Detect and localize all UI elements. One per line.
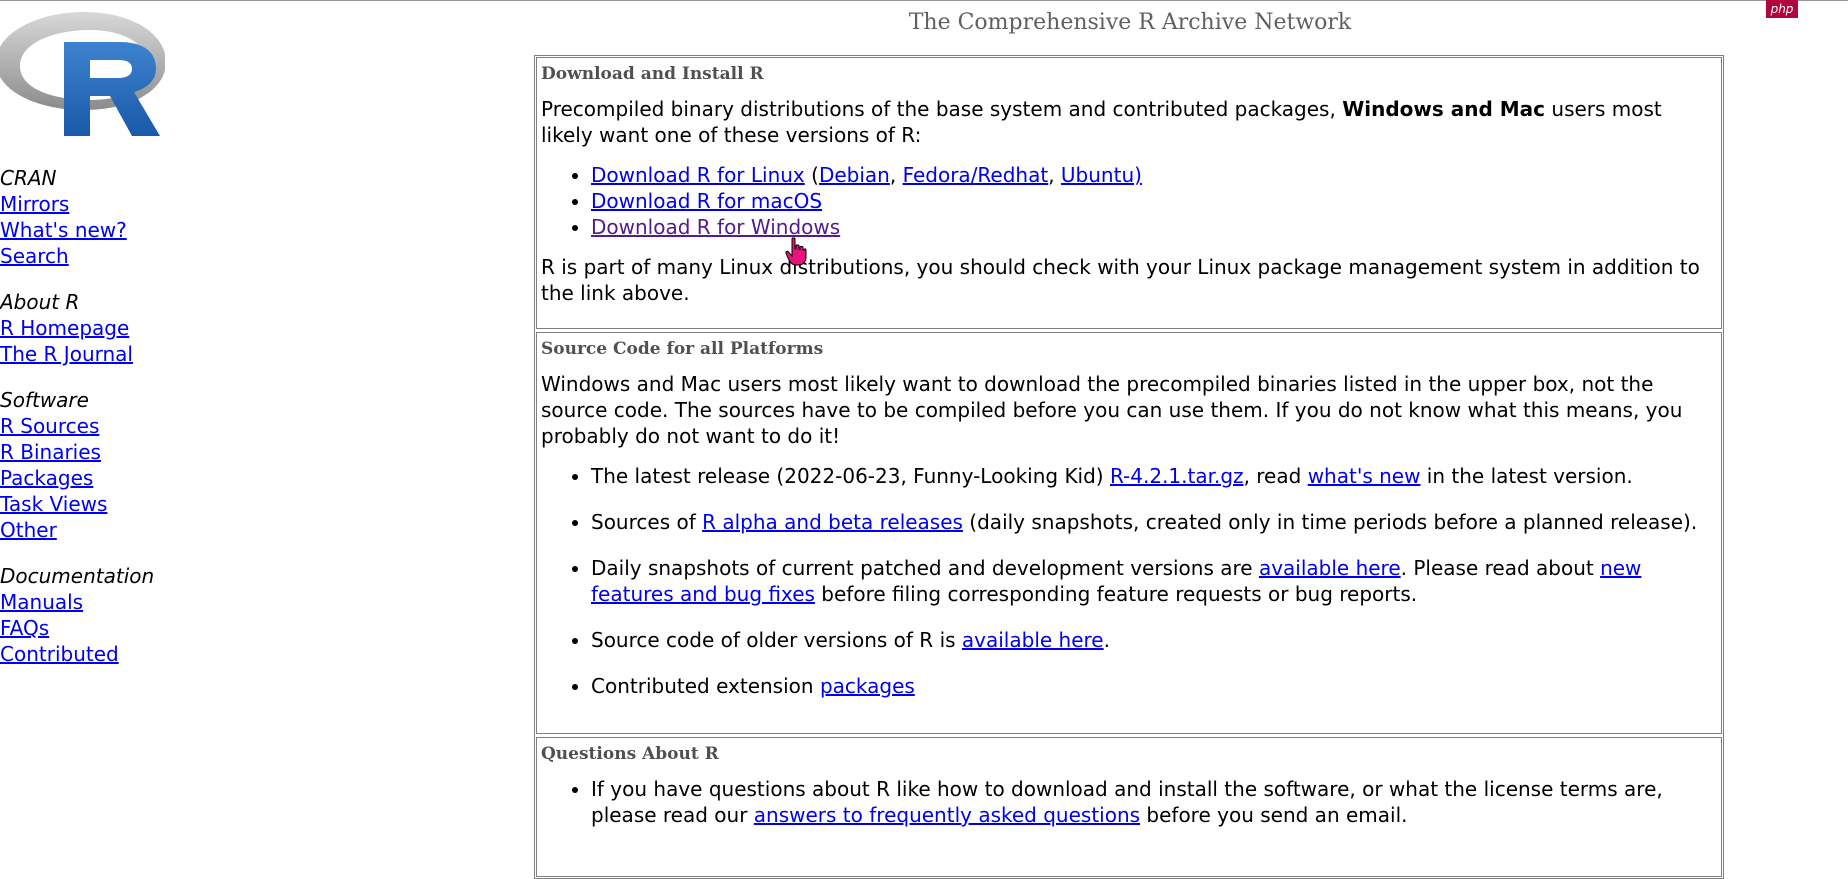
faq-link[interactable]: answers to frequently asked questions <box>754 803 1140 827</box>
whats-new-link[interactable]: what's new <box>1308 464 1421 488</box>
ubuntu-link[interactable]: Ubuntu) <box>1061 163 1142 187</box>
source-code-box: Source Code for all Platforms Windows an… <box>536 332 1722 734</box>
sidebar-heading-documentation: Documentation <box>0 564 155 588</box>
sidebar-section-software: Software R Sources R Binaries Packages T… <box>0 387 320 543</box>
daily-snapshots-end: before filing corresponding feature requ… <box>814 582 1418 606</box>
questions-list: If you have questions about R like how t… <box>541 776 1715 828</box>
older-versions-text: Source code of older versions of R is <box>591 628 962 652</box>
download-note: R is part of many Linux distributions, y… <box>541 255 1700 305</box>
download-links-list: Download R for Linux (Debian, Fedora/Red… <box>541 162 1715 240</box>
r-logo[interactable] <box>0 6 166 141</box>
sidebar-section-about: About R R Homepage The R Journal <box>0 289 320 367</box>
latest-release-end: in the latest version. <box>1420 464 1633 488</box>
sidebar-link-whats-new[interactable]: What's new? <box>0 217 320 243</box>
sidebar-link-r-journal[interactable]: The R Journal <box>0 341 320 367</box>
latest-release-text: The latest release (2022-06-23, Funny-Lo… <box>591 464 1110 488</box>
contributed-text: Contributed extension <box>591 674 820 698</box>
download-intro: Precompiled binary distributions of the … <box>541 96 1715 148</box>
daily-available-link[interactable]: available here <box>1259 556 1401 580</box>
download-windows-link[interactable]: Download R for Windows <box>591 215 840 239</box>
questions-heading: Questions About R <box>541 744 719 764</box>
debian-link[interactable]: Debian <box>819 163 890 187</box>
daily-snapshots-text: Daily snapshots of current patched and d… <box>591 556 1259 580</box>
list-item-macos: Download R for macOS <box>591 188 1715 214</box>
fedora-redhat-link[interactable]: Fedora/Redhat <box>903 163 1049 187</box>
alpha-beta-link[interactable]: R alpha and beta releases <box>702 510 963 534</box>
list-item-alpha-beta: Sources of R alpha and beta releases (da… <box>591 509 1715 535</box>
download-intro-bold: Windows and Mac <box>1342 97 1546 121</box>
top-border <box>0 0 1848 1</box>
questions-text-end: before you send an email. <box>1140 803 1408 827</box>
source-links-list: The latest release (2022-06-23, Funny-Lo… <box>541 463 1715 699</box>
list-item-older-versions: Source code of older versions of R is av… <box>591 627 1715 653</box>
comma-separator: , <box>1048 163 1061 187</box>
list-item-contributed: Contributed extension packages <box>591 673 1715 699</box>
main-content: Download and Install R Precompiled binar… <box>534 55 1724 879</box>
sidebar-link-task-views[interactable]: Task Views <box>0 491 320 517</box>
alpha-beta-text: Sources of <box>591 510 703 534</box>
older-versions-end: . <box>1103 628 1110 652</box>
sidebar-heading-about: About R <box>0 290 80 314</box>
php-badge: php <box>1766 0 1798 18</box>
list-item-daily-snapshots: Daily snapshots of current patched and d… <box>591 555 1715 607</box>
sidebar-link-mirrors[interactable]: Mirrors <box>0 191 320 217</box>
source-intro: Windows and Mac users most likely want t… <box>541 372 1683 448</box>
alpha-beta-end: (daily snapshots, created only in time p… <box>962 510 1698 534</box>
sidebar-link-search[interactable]: Search <box>0 243 320 269</box>
sidebar-link-r-sources[interactable]: R Sources <box>0 413 320 439</box>
latest-tarball-link[interactable]: R-4.2.1.tar.gz <box>1110 464 1244 488</box>
list-item-latest-release: The latest release (2022-06-23, Funny-Lo… <box>591 463 1715 489</box>
download-intro-text: Precompiled binary distributions of the … <box>541 97 1343 121</box>
contributed-packages-link[interactable]: packages <box>820 674 915 698</box>
sidebar-section-documentation: Documentation Manuals FAQs Contributed <box>0 563 320 667</box>
download-linux-link[interactable]: Download R for Linux <box>591 163 805 187</box>
download-heading: Download and Install R <box>541 64 764 84</box>
list-item-linux: Download R for Linux (Debian, Fedora/Red… <box>591 162 1715 188</box>
download-macos-link[interactable]: Download R for macOS <box>591 189 822 213</box>
sidebar-heading-software: Software <box>0 388 89 412</box>
sidebar-link-r-homepage[interactable]: R Homepage <box>0 315 320 341</box>
questions-box: Questions About R If you have questions … <box>536 737 1722 877</box>
sidebar-section-cran: CRAN Mirrors What's new? Search <box>0 165 320 269</box>
sidebar-link-r-binaries[interactable]: R Binaries <box>0 439 320 465</box>
sidebar-link-manuals[interactable]: Manuals <box>0 589 320 615</box>
older-available-link[interactable]: available here <box>962 628 1104 652</box>
list-item-windows: Download R for Windows <box>591 214 1715 240</box>
sidebar: CRAN Mirrors What's new? Search About R … <box>0 165 320 687</box>
comma-separator: , <box>889 163 903 187</box>
list-item-questions: If you have questions about R like how t… <box>591 776 1715 828</box>
source-heading: Source Code for all Platforms <box>541 339 824 359</box>
sidebar-heading-cran: CRAN <box>0 166 57 190</box>
sidebar-link-other[interactable]: Other <box>0 517 320 543</box>
latest-release-read: , read <box>1243 464 1308 488</box>
sidebar-link-faqs[interactable]: FAQs <box>0 615 320 641</box>
sidebar-link-contributed[interactable]: Contributed <box>0 641 320 667</box>
download-install-box: Download and Install R Precompiled binar… <box>536 57 1722 329</box>
daily-snapshots-mid: . Please read about <box>1400 556 1601 580</box>
r-logo-icon <box>0 12 166 136</box>
linux-paren-open: ( <box>804 163 819 187</box>
sidebar-link-packages[interactable]: Packages <box>0 465 320 491</box>
page-title: The Comprehensive R Archive Network <box>908 10 1352 35</box>
hand-cursor-icon <box>785 237 807 267</box>
